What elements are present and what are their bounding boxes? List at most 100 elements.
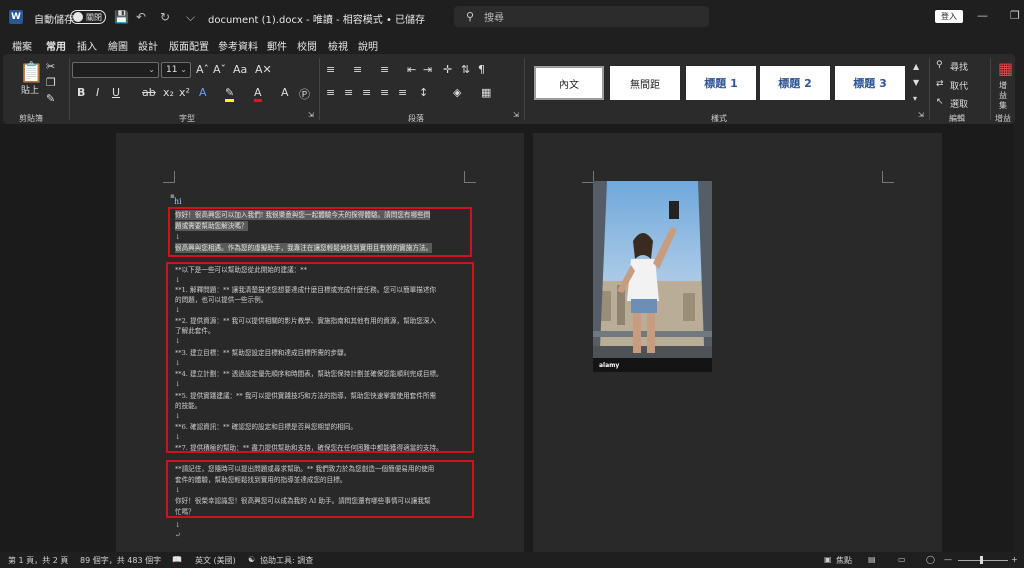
replace-icon[interactable]: ⇄	[936, 79, 944, 89]
font-dialog-launcher-icon[interactable]: ⇲	[308, 111, 314, 119]
align-right-icon[interactable]: ≡	[362, 86, 371, 99]
save-icon[interactable]: 💾	[114, 10, 129, 24]
tab-help[interactable]: 說明	[358, 38, 378, 53]
style-heading-2[interactable]: 標題 2	[760, 66, 830, 100]
undo-icon[interactable]: ↶	[136, 10, 146, 24]
styles-dialog-launcher-icon[interactable]: ⇲	[918, 111, 924, 119]
tab-review[interactable]: 校閱	[297, 38, 317, 53]
find-icon[interactable]: ⚲	[936, 60, 943, 70]
superscript-icon[interactable]: x²	[179, 86, 190, 99]
tab-references[interactable]: 參考資料	[218, 38, 258, 53]
replace-label[interactable]: 取代	[950, 79, 968, 92]
show-marks-icon[interactable]: ¶	[478, 63, 485, 76]
print-layout-icon[interactable]: ▭	[898, 555, 906, 564]
read-mode-icon[interactable]: ▤	[868, 555, 876, 564]
tab-view[interactable]: 檢視	[328, 38, 348, 53]
signin-button[interactable]: 登入	[935, 10, 963, 23]
zoom-out-icon[interactable]: —	[944, 555, 952, 564]
page-count[interactable]: 第 1 頁，共 2 頁	[8, 555, 68, 566]
clear-formatting-icon[interactable]: A✕	[255, 63, 272, 76]
doc-line[interactable]: **5. 提供實踐建議：** 我可以提供實踐技巧和方法的指導，幫助您快速掌握使用…	[175, 391, 436, 401]
doc-line[interactable]: 套件的體驗，幫助您輕鬆找到實用的指導並達成您的目標。	[175, 475, 346, 485]
tab-mailings[interactable]: 郵件	[267, 38, 287, 53]
accessibility-icon[interactable]: ☯	[248, 555, 255, 564]
select-icon[interactable]: ↖	[936, 97, 944, 107]
document-title[interactable]: document (1).docx - 唯讀 - 相容模式 • 已儲存	[208, 11, 425, 26]
paste-label[interactable]: 貼上	[21, 83, 39, 96]
find-label[interactable]: 尋找	[950, 60, 968, 73]
increase-indent-icon[interactable]: ⇥	[423, 63, 432, 76]
copy-icon[interactable]: ❐	[46, 76, 56, 89]
strikethrough-icon[interactable]: ab	[142, 86, 156, 99]
doc-line[interactable]: 題或需要幫助您解決嗎？	[175, 221, 248, 231]
sort-icon[interactable]: ⇅	[461, 63, 470, 76]
focus-icon[interactable]: ▣	[824, 555, 832, 564]
styles-scroll-down-icon[interactable]: ▼	[913, 78, 919, 87]
decrease-indent-icon[interactable]: ⇤	[407, 63, 416, 76]
highlight-icon[interactable]: ✎	[225, 86, 235, 102]
paragraph-dialog-launcher-icon[interactable]: ⇲	[513, 111, 519, 119]
format-painter-icon[interactable]: ✎	[46, 92, 55, 105]
tab-home[interactable]: 常用	[46, 38, 66, 57]
style-heading-3[interactable]: 標題 3	[835, 66, 905, 100]
shrink-font-icon[interactable]: Aˇ	[213, 63, 226, 76]
focus-label[interactable]: 焦點	[836, 555, 852, 566]
selfie-photo[interactable]: alamy	[593, 181, 712, 372]
paste-icon[interactable]: 📋	[19, 60, 44, 84]
font-color-icon[interactable]: A	[254, 86, 262, 102]
chinese-layout-icon[interactable]: ✛	[443, 63, 452, 76]
tab-insert[interactable]: 插入	[77, 38, 97, 53]
line-spacing-icon[interactable]: ↕	[419, 86, 428, 99]
doc-line[interactable]: **3. 建立目標：** 幫助您設定目標和達成目標所需的步驟。	[175, 348, 350, 358]
doc-line[interactable]: 忙嗎？	[175, 507, 195, 517]
addins-label[interactable]: 增益集	[999, 81, 1011, 111]
doc-line[interactable]: 你好！很高興您可以加入我們! 我很樂意與您一起體驗今天的探得體驗。請問您有哪些問	[175, 210, 431, 220]
doc-line[interactable]: 你好！很榮幸認識您！很高興您可以成為我的 AI 助手。請問您還有哪些事情可以讓我…	[175, 496, 431, 506]
proofing-icon[interactable]: 📖	[172, 555, 182, 564]
zoom-slider-thumb[interactable]	[980, 556, 983, 564]
doc-line[interactable]: **2. 提供資源：** 我可以提供相關的影片教學、實施指南和其他有用的資源，幫…	[175, 316, 436, 326]
style-no-spacing[interactable]: 無間距	[610, 66, 680, 100]
addins-icon[interactable]: ▦	[998, 59, 1013, 78]
doc-line[interactable]: **以下是一些可以幫助您從此開始的建議：**	[175, 265, 307, 275]
italic-icon[interactable]: I	[96, 86, 99, 99]
style-heading-1[interactable]: 標題 1	[686, 66, 756, 100]
styles-scroll-up-icon[interactable]: ▲	[913, 62, 919, 71]
subscript-icon[interactable]: x₂	[163, 86, 174, 99]
zoom-in-icon[interactable]: +	[1011, 555, 1018, 564]
style-normal[interactable]: 內文	[534, 66, 604, 100]
doc-line[interactable]: **4. 建立計劃：** 透過設定優先順序和時間表，幫助您保持計劃並確保您能順利…	[175, 369, 443, 379]
align-center-icon[interactable]: ≡	[344, 86, 353, 99]
borders-icon[interactable]: ▦	[481, 86, 491, 99]
doc-line[interactable]: 很高興與您相遇。作為您的虛擬助手，我專注在讓您輕鬆地找到實用且有效的實施方法。	[175, 243, 433, 253]
doc-line[interactable]: **請記住，您隨時可以提出問題或尋求幫助。** 我們致力於為您創造一個簡便易用的…	[175, 464, 434, 474]
change-case-icon[interactable]: Aa	[233, 63, 247, 76]
customize-qat-icon[interactable]: ⌵	[186, 10, 195, 25]
vertical-scrollbar[interactable]	[1014, 124, 1024, 552]
font-name-combo[interactable]: ⌄	[72, 62, 159, 78]
doc-line-hi[interactable]: hi	[174, 197, 182, 207]
underline-icon[interactable]: U	[112, 86, 120, 99]
tab-design[interactable]: 設計	[138, 38, 158, 53]
justify-icon[interactable]: ≡	[380, 86, 389, 99]
doc-line[interactable]: 的問題，也可以提供一些示例。	[175, 295, 267, 305]
enclose-characters-icon[interactable]: Ⓟ	[299, 86, 310, 102]
align-left-icon[interactable]: ≡	[326, 86, 335, 99]
minimize-icon[interactable]: —	[977, 9, 988, 22]
doc-line[interactable]: 的技能。	[175, 401, 201, 411]
search-box[interactable]: ⚲ 搜尋	[454, 6, 709, 27]
doc-line[interactable]: 了解此套件。	[175, 326, 215, 336]
shading-icon[interactable]: ◈	[453, 86, 461, 99]
zoom-slider[interactable]	[958, 560, 1008, 561]
bullets-icon[interactable]: ≡	[326, 63, 335, 76]
tab-layout[interactable]: 版面配置	[169, 38, 209, 53]
restore-icon[interactable]: ❐	[1010, 9, 1020, 22]
word-count[interactable]: 89 個字，共 483 個字	[80, 555, 161, 566]
accessibility-label[interactable]: 協助工具: 調查	[260, 555, 313, 566]
language-label[interactable]: 英文 (美國)	[195, 555, 236, 566]
text-effects-icon[interactable]: A	[199, 86, 207, 99]
select-label[interactable]: 選取	[950, 97, 968, 110]
numbering-icon[interactable]: ≡	[353, 63, 362, 76]
grow-font-icon[interactable]: Aˆ	[196, 63, 209, 76]
distributed-icon[interactable]: ≡	[398, 86, 407, 99]
